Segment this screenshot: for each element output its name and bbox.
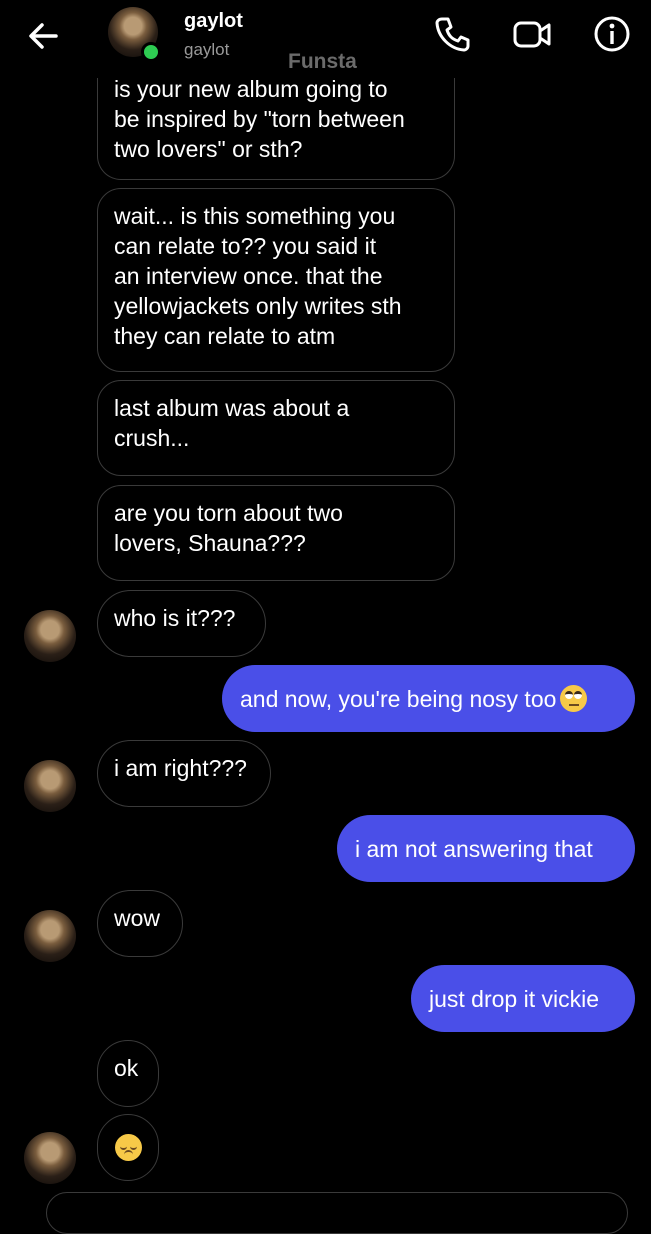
message-bubble-incoming[interactable]: are you torn about two lovers, Shauna??? <box>97 485 455 581</box>
message-bubble-outgoing[interactable]: and now, you're being nosy too <box>222 665 635 732</box>
contact-avatar[interactable] <box>24 1132 76 1184</box>
message-text: and now, you're being nosy too <box>240 686 557 712</box>
message-bubble-outgoing[interactable]: i am not answering that <box>337 815 635 882</box>
message-text: wow <box>114 905 161 931</box>
message-bubble-incoming[interactable]: i am right??? <box>97 740 271 807</box>
contact-avatar[interactable] <box>24 760 76 812</box>
online-status-dot <box>141 42 161 62</box>
message-bubble-incoming[interactable]: wait... is this something you can relate… <box>97 188 455 372</box>
rolling-eyes-emoji-icon <box>560 685 588 712</box>
message-composer[interactable] <box>46 1192 628 1234</box>
back-arrow-icon[interactable] <box>24 16 64 56</box>
contact-name[interactable]: gaylot <box>184 10 243 33</box>
message-text: are you torn about two lovers, Shauna??? <box>114 500 343 556</box>
phone-icon[interactable] <box>432 14 472 54</box>
message-text: last album was about a crush... <box>114 395 350 451</box>
contact-handle: gaylot <box>184 40 230 59</box>
message-text: just drop it vickie <box>429 986 600 1012</box>
chat-header: gaylot gaylot Funsta <box>0 0 651 78</box>
message-bubble-incoming[interactable]: is your new album going to be inspired b… <box>97 74 455 180</box>
message-text: i am not answering that <box>355 836 593 862</box>
message-text: wait... is this something you can relate… <box>114 203 402 349</box>
message-bubble-incoming[interactable]: wow <box>97 890 183 957</box>
message-bubble-incoming[interactable]: last album was about a crush... <box>97 380 455 476</box>
message-text: is your new album going to be inspired b… <box>114 76 405 162</box>
account-label: Funsta <box>288 50 357 73</box>
contact-avatar[interactable] <box>24 610 76 662</box>
pensive-face-emoji-icon <box>115 1134 142 1161</box>
message-bubble-incoming[interactable]: ok <box>97 1040 159 1107</box>
message-bubble-outgoing[interactable]: just drop it vickie <box>411 965 635 1032</box>
contact-avatar[interactable] <box>24 910 76 962</box>
message-text: i am right??? <box>114 755 247 781</box>
message-text: ok <box>114 1055 139 1081</box>
video-call-icon[interactable] <box>512 14 552 54</box>
message-bubble-incoming[interactable]: who is it??? <box>97 590 266 657</box>
message-thread[interactable]: is your new album going to be inspired b… <box>0 0 651 1234</box>
message-bubble-incoming[interactable] <box>97 1114 159 1181</box>
message-text: who is it??? <box>114 605 236 631</box>
info-icon[interactable] <box>592 14 632 54</box>
